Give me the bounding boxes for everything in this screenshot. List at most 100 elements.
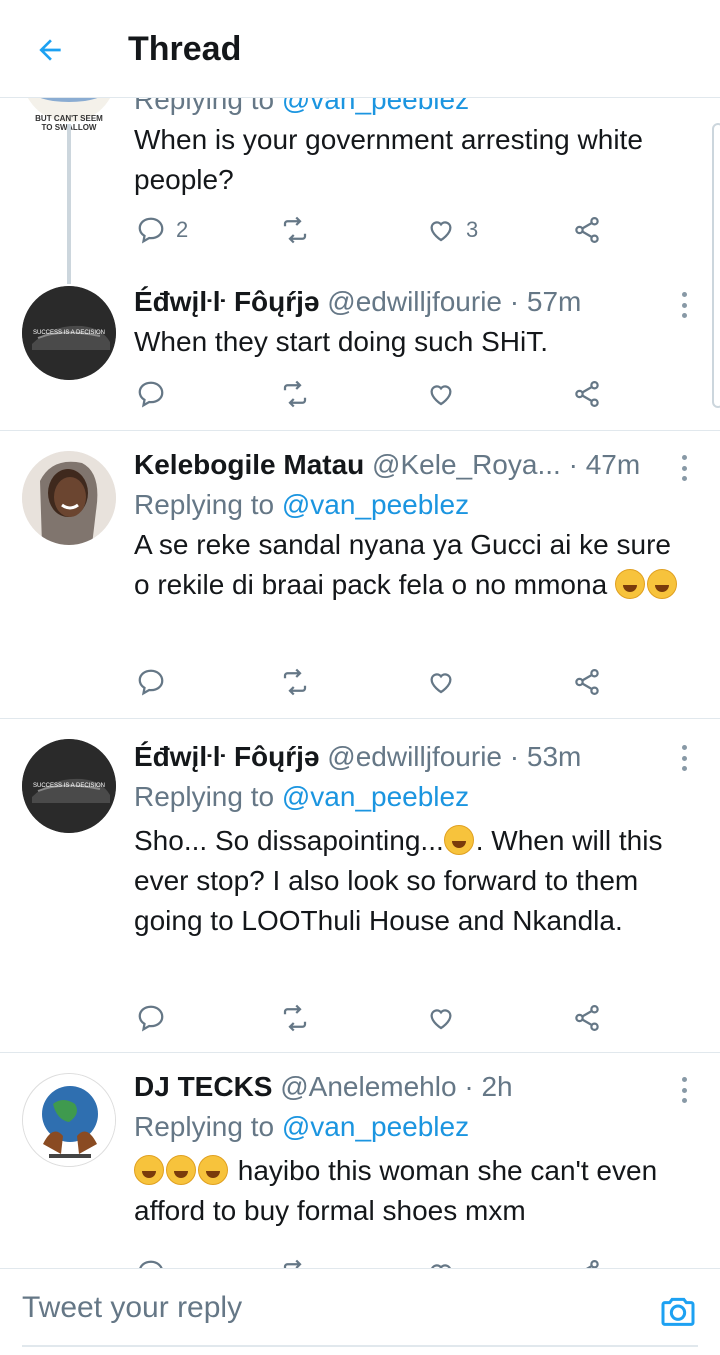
heart-icon <box>430 673 452 694</box>
tweet-header: Éđwįŀŀ Fôųŕjə @edwilljfourie · 57m <box>134 282 694 322</box>
retweet-button[interactable] <box>280 662 310 702</box>
like-button[interactable] <box>426 998 456 1038</box>
share-icon <box>575 381 599 407</box>
avatar-caption: SUCCESS IS A DECISION <box>32 330 106 336</box>
reply-icon <box>138 669 164 696</box>
display-name[interactable]: DJ TECKS <box>134 1071 272 1102</box>
like-button[interactable] <box>426 1253 456 1268</box>
mention-link[interactable]: @van_peeblez <box>282 489 469 520</box>
tweet[interactable]: SUCCESS IS A DECISION Éđwįŀŀ Fôųŕjə @edw… <box>0 278 720 431</box>
retweet-icon <box>283 380 307 408</box>
timestamp: 47m <box>585 449 641 480</box>
rofl-emoji-icon <box>646 569 677 599</box>
like-count: 3 <box>466 217 479 242</box>
user-handle[interactable]: @Anelemehlo <box>280 1071 456 1102</box>
tweet[interactable]: DJ TECKS @Anelemehlo · 2h Replying to @v… <box>0 1053 720 1268</box>
reply-icon <box>138 1005 164 1032</box>
retweet-button[interactable] <box>280 1253 310 1268</box>
reply-button[interactable] <box>136 662 166 702</box>
reply-icon <box>138 381 164 408</box>
reply-input[interactable]: Tweet your reply <box>22 1291 242 1325</box>
tweet[interactable]: BUT CAN'T SEEM TO SWALLOW Replying to @v… <box>0 98 720 284</box>
separator-dot: · <box>568 449 578 480</box>
share-button[interactable] <box>572 210 602 250</box>
arrow-left-icon <box>39 39 61 61</box>
tweet-text: hayibo this woman she can't even afford … <box>134 1155 658 1226</box>
more-options-button[interactable] <box>672 741 696 775</box>
share-button[interactable] <box>572 1253 602 1268</box>
reply-icon <box>138 217 164 244</box>
retweet-icon <box>283 1259 302 1268</box>
user-handle[interactable]: @edwilljfourie <box>327 741 502 772</box>
replying-to: Replying to @van_peeblez <box>134 489 470 520</box>
heart-icon <box>430 1009 452 1030</box>
avatar-image <box>22 451 116 545</box>
replying-to: Replying to @van_peeblez <box>134 98 694 120</box>
mention-link[interactable]: @van_peeblez <box>282 781 469 812</box>
tweet-text: Sho... So dissapointing.... When will th… <box>134 825 663 936</box>
timestamp: 2h <box>481 1071 513 1102</box>
avatar[interactable]: SUCCESS IS A DECISION <box>22 286 116 380</box>
confounded-emoji-icon <box>443 825 474 855</box>
more-options-button[interactable] <box>672 451 696 485</box>
mention-link[interactable]: @van_peeblez <box>282 1111 469 1142</box>
back-button[interactable] <box>30 30 70 70</box>
thread-feed[interactable]: BUT CAN'T SEEM TO SWALLOW Replying to @v… <box>0 98 720 1268</box>
camera-button[interactable] <box>658 1291 698 1331</box>
rofl-emoji-icon <box>614 569 645 599</box>
like-button[interactable] <box>426 374 456 414</box>
avatar-image <box>23 1074 115 1166</box>
share-icon <box>575 1005 599 1031</box>
share-icon <box>586 1260 599 1268</box>
avatar[interactable] <box>22 1073 116 1167</box>
display-name[interactable]: Kelebogile Matau <box>134 449 364 480</box>
heart-icon <box>430 385 452 406</box>
display-name[interactable]: Éđwįŀŀ Fôųŕjə <box>134 741 320 772</box>
reply-icon <box>139 1260 163 1268</box>
more-options-button[interactable] <box>672 1073 696 1107</box>
reply-button[interactable] <box>136 374 166 414</box>
tweet-text: A se reke sandal nyana ya Gucci ai ke su… <box>134 525 694 605</box>
retweet-icon <box>283 668 307 696</box>
reply-button[interactable]: 2 <box>136 210 188 250</box>
share-button[interactable] <box>572 998 602 1038</box>
share-button[interactable] <box>572 662 602 702</box>
separator-dot: · <box>509 286 520 317</box>
user-handle[interactable]: @Kele_Roya... <box>372 449 561 480</box>
reply-composer: Tweet your reply <box>0 1268 720 1355</box>
replying-to: Replying to @van_peeblez <box>134 1111 470 1142</box>
retweet-button[interactable] <box>280 210 310 250</box>
mention-link[interactable]: @van_peeblez <box>282 98 469 115</box>
display-name[interactable]: Éđwįŀŀ Fôųŕjə <box>134 286 320 317</box>
retweet-button[interactable] <box>280 374 310 414</box>
reply-button[interactable] <box>136 998 166 1038</box>
tweet-header: Kelebogile Matau @Kele_Roya... · 47m <box>134 445 694 485</box>
tweet-header: DJ TECKS @Anelemehlo · 2h <box>134 1067 694 1107</box>
tweet-text: When they start doing such SHiT. <box>134 326 548 357</box>
replying-to: Replying to @van_peeblez <box>134 781 470 812</box>
separator-dot: · <box>509 741 520 772</box>
avatar[interactable] <box>22 451 116 545</box>
reply-button[interactable] <box>136 1253 166 1268</box>
share-button[interactable] <box>572 374 602 414</box>
heart-icon <box>430 221 452 242</box>
avatar[interactable]: SUCCESS IS A DECISION <box>22 739 116 833</box>
user-handle[interactable]: @edwilljfourie <box>327 286 502 317</box>
input-underline <box>22 1345 698 1347</box>
joy-emoji-icon <box>198 1155 228 1185</box>
retweet-button[interactable] <box>280 998 310 1038</box>
tweet[interactable]: Kelebogile Matau @Kele_Roya... · 47m Rep… <box>0 431 720 719</box>
like-button[interactable]: 3 <box>426 210 478 250</box>
share-icon <box>575 217 599 243</box>
avatar-caption: SUCCESS IS A DECISION <box>32 783 106 789</box>
reply-count: 2 <box>176 217 189 242</box>
tweet-header: Éđwįŀŀ Fôųŕjə @edwilljfourie · 53m <box>134 737 694 777</box>
tweet-text: When is your government arresting white … <box>134 124 643 195</box>
joy-emoji-icon <box>134 1155 164 1185</box>
more-options-button[interactable] <box>672 288 696 322</box>
top-app-bar: Thread <box>0 0 720 98</box>
like-button[interactable] <box>426 662 456 702</box>
share-icon <box>575 669 599 695</box>
tweet[interactable]: SUCCESS IS A DECISION Éđwįŀŀ Fôųŕjə @edw… <box>0 719 720 1053</box>
page-title: Thread <box>128 30 242 68</box>
